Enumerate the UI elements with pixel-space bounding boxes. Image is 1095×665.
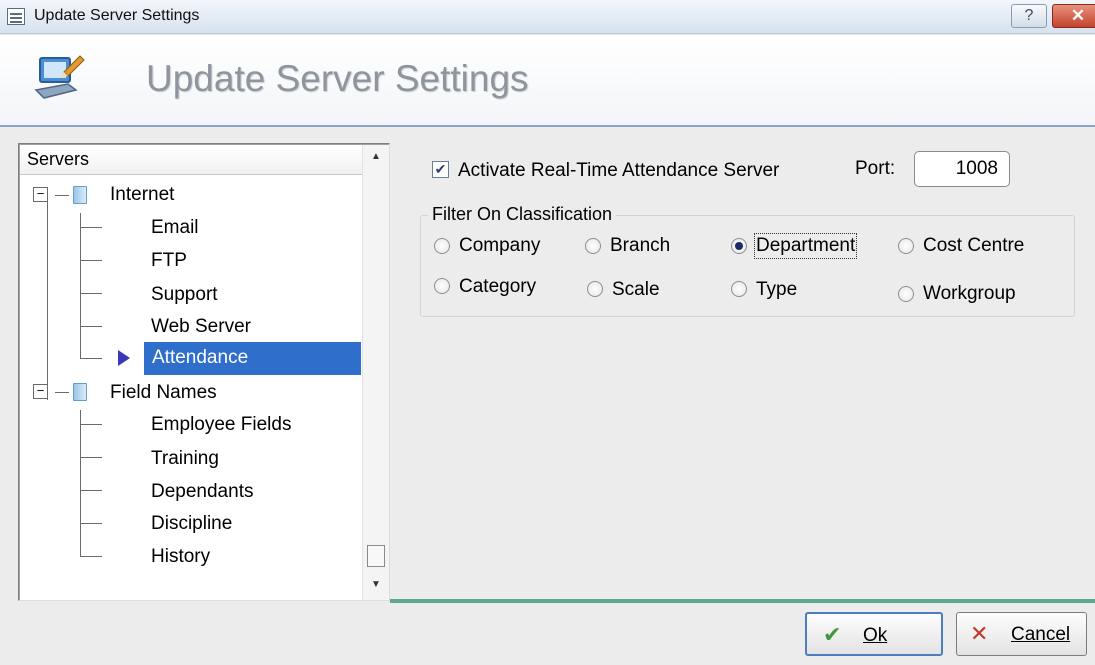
app-icon [7,8,25,25]
collapse-field-names-icon[interactable]: − [33,384,48,399]
cross-icon: ✕ [970,621,989,646]
footer-divider [390,599,1095,603]
port-label: Port: [855,158,896,179]
radio-category[interactable] [434,278,450,294]
tree-item-attendance[interactable]: Attendance [144,342,361,375]
dialog-header: Update Server Settings [0,35,1095,127]
folder-icon [73,186,87,204]
checkmark-icon: ✔ [434,161,447,177]
tree-item-web-server[interactable]: Web Server [151,316,251,338]
tree-connector [80,227,102,228]
radio-department[interactable] [731,238,747,254]
ok-button-label: Ok [863,625,888,646]
activate-server-label[interactable]: Activate Real-Time Attendance Server [458,160,779,182]
radio-type[interactable] [731,281,747,297]
help-button[interactable]: ? [1011,4,1047,28]
folder-icon [73,383,87,401]
tree-group-internet[interactable]: Internet [110,184,174,206]
radio-category-label[interactable]: Category [459,276,536,298]
tree-connector [47,195,48,400]
scroll-up-icon[interactable]: ▲ [363,147,389,167]
tree-item-dependants[interactable]: Dependants [151,481,253,503]
activate-server-checkbox[interactable]: ✔ [432,161,449,178]
filter-legend: Filter On Classification [428,204,617,225]
tree-header: Servers [20,145,362,175]
tree-connector [80,523,102,524]
radio-scale-label[interactable]: Scale [612,279,660,301]
scroll-thumb[interactable] [367,545,385,567]
ok-button[interactable]: ✔ Ok [805,612,943,656]
tree-group-field-names[interactable]: Field Names [110,382,217,404]
radio-branch-label[interactable]: Branch [610,235,670,257]
tree-connector [80,358,102,359]
cancel-button-label: Cancel [1011,624,1071,645]
tree-item-employee-fields[interactable]: Employee Fields [151,414,291,436]
checkmark-icon: ✔ [823,622,842,647]
tree-connector [80,424,102,425]
tree-item-support[interactable]: Support [151,284,218,306]
port-input[interactable] [914,151,1010,187]
tree-connector [80,457,102,458]
computer-settings-icon [34,55,85,99]
cancel-button[interactable]: ✕ Cancel [956,612,1087,656]
tree-connector [80,556,102,557]
tree-item-history[interactable]: History [151,546,210,568]
radio-company[interactable] [434,238,450,254]
tree-connector [55,195,69,196]
tree-item-ftp[interactable]: FTP [151,250,187,272]
tree-scrollbar[interactable]: ▲ ▼ [362,145,389,600]
header-title: Update Server Settings [146,58,529,99]
tree-item-discipline[interactable]: Discipline [151,513,232,535]
collapse-internet-icon[interactable]: − [33,187,48,202]
radio-branch[interactable] [585,238,601,254]
radio-cost-centre-label[interactable]: Cost Centre [923,235,1024,257]
tree-connector [80,213,81,358]
tree-item-email[interactable]: Email [151,217,199,239]
radio-type-label[interactable]: Type [756,279,797,301]
tree-connector [80,260,102,261]
tree-connector [80,410,81,557]
radio-workgroup[interactable] [898,286,914,302]
tree-connector [80,293,102,294]
help-icon: ? [1024,7,1034,24]
close-button[interactable]: ✕ [1052,4,1095,28]
close-icon: ✕ [1070,6,1086,25]
window-title: Update Server Settings [34,7,200,24]
scroll-down-icon[interactable]: ▼ [363,575,389,595]
radio-cost-centre[interactable] [898,238,914,254]
radio-company-label[interactable]: Company [459,235,540,257]
radio-workgroup-label[interactable]: Workgroup [923,283,1016,305]
tree-item-attendance-label: Attendance [152,347,249,368]
radio-department-label[interactable]: Department [753,233,858,259]
tree-item-training[interactable]: Training [151,448,219,470]
tree-connector [55,392,69,393]
tree-connector [80,490,102,491]
tree-connector [80,326,102,327]
title-bar: Update Server Settings ? ✕ [0,0,1095,34]
selected-arrow-icon [118,350,130,366]
radio-scale[interactable] [587,281,603,297]
